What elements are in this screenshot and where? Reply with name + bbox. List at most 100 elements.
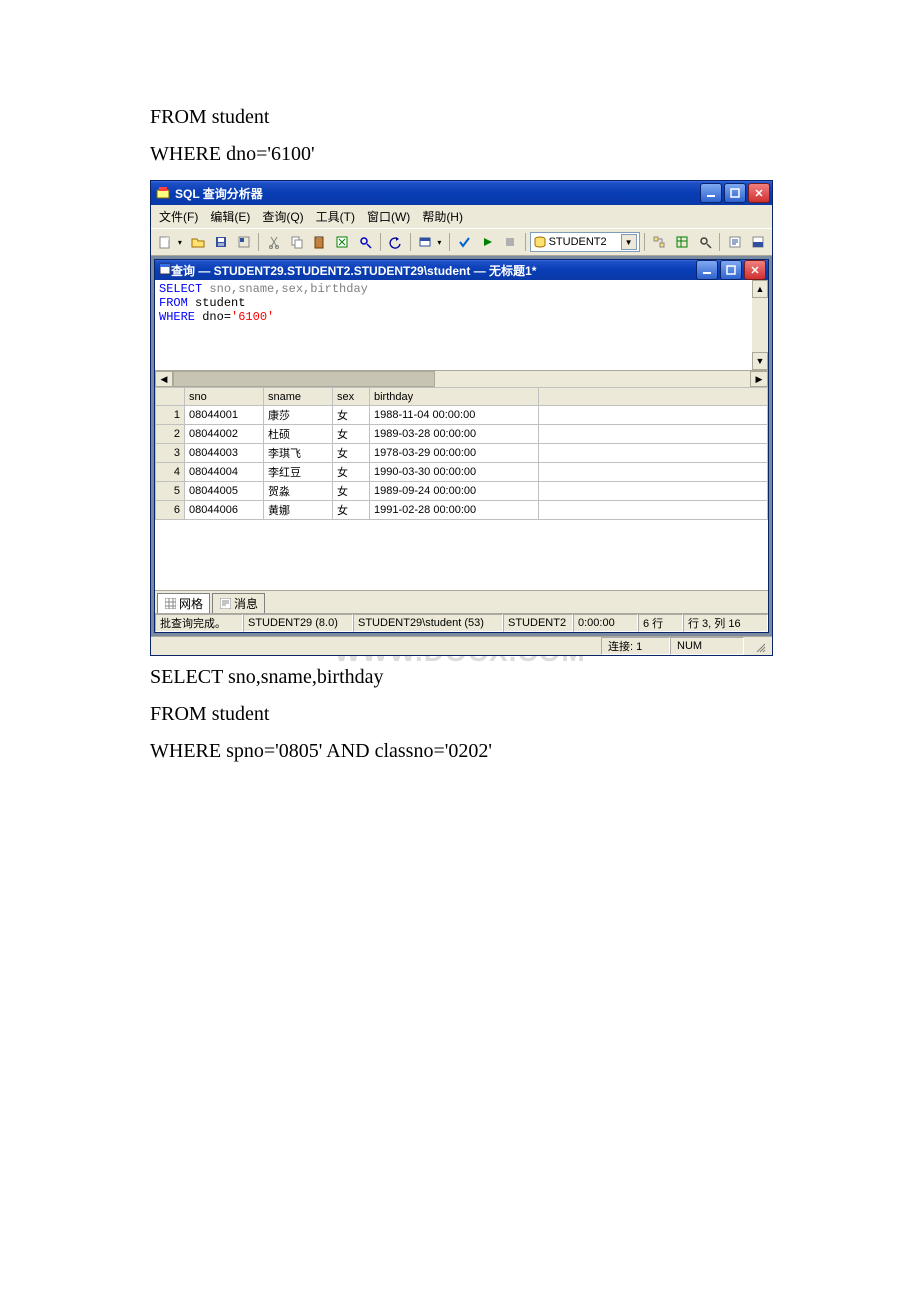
app-titlebar[interactable]: SQL 查询分析器 xyxy=(151,181,772,205)
open-icon[interactable] xyxy=(187,231,208,253)
current-window-icon[interactable] xyxy=(724,231,745,253)
scroll-right-icon[interactable]: ▶ xyxy=(750,371,768,387)
execute-mode-dropdown-icon[interactable]: ▾ xyxy=(437,238,445,247)
app-title: SQL 查询分析器 xyxy=(175,185,700,202)
new-query-dropdown-icon[interactable]: ▾ xyxy=(178,238,186,247)
scroll-down-icon[interactable]: ▼ xyxy=(752,352,768,370)
cell-birthday[interactable]: 1989-03-28 00:00:00 xyxy=(370,425,539,444)
cut-icon[interactable] xyxy=(263,231,284,253)
cell-sname[interactable]: 贺淼 xyxy=(264,482,333,501)
tab-grid[interactable]: 网格 xyxy=(157,593,210,613)
scroll-track[interactable] xyxy=(752,298,768,352)
cell-sname[interactable]: 杜硕 xyxy=(264,425,333,444)
table-row[interactable]: 108044001康莎女1988-11-04 00:00:00 xyxy=(156,406,768,425)
grid-corner[interactable] xyxy=(156,388,185,406)
scroll-up-icon[interactable]: ▲ xyxy=(752,280,768,298)
maximize-button[interactable] xyxy=(724,183,746,203)
new-query-icon[interactable] xyxy=(155,231,176,253)
hscroll-track[interactable] xyxy=(173,371,750,387)
cell-sname[interactable]: 黄娜 xyxy=(264,501,333,520)
close-button[interactable] xyxy=(748,183,770,203)
paste-icon[interactable] xyxy=(309,231,330,253)
cell-birthday[interactable]: 1978-03-29 00:00:00 xyxy=(370,444,539,463)
cell-sno[interactable]: 08044004 xyxy=(185,463,264,482)
parse-icon[interactable] xyxy=(454,231,475,253)
save-icon[interactable] xyxy=(210,231,231,253)
stop-icon[interactable] xyxy=(500,231,521,253)
cell-sex[interactable]: 女 xyxy=(333,444,370,463)
cell-sno[interactable]: 08044005 xyxy=(185,482,264,501)
query-window-title: 查询 — STUDENT29.STUDENT2.STUDENT29\studen… xyxy=(171,262,696,279)
row-number[interactable]: 2 xyxy=(156,425,185,444)
row-number[interactable]: 4 xyxy=(156,463,185,482)
execute-mode-icon[interactable] xyxy=(414,231,435,253)
results-grid[interactable]: sno sname sex birthday 108044001康莎女1988-… xyxy=(155,387,768,590)
table-row[interactable]: 308044003李琪飞女1978-03-29 00:00:00 xyxy=(156,444,768,463)
object-browser-icon[interactable] xyxy=(671,231,692,253)
sql-horizontal-scrollbar[interactable]: ◀ ▶ xyxy=(155,370,768,387)
cell-sex[interactable]: 女 xyxy=(333,425,370,444)
tab-messages[interactable]: 消息 xyxy=(212,593,265,613)
copy-icon[interactable] xyxy=(286,231,307,253)
query-maximize-button[interactable] xyxy=(720,260,742,280)
row-number[interactable]: 1 xyxy=(156,406,185,425)
row-number[interactable]: 6 xyxy=(156,501,185,520)
row-number[interactable]: 3 xyxy=(156,444,185,463)
cell-birthday[interactable]: 1988-11-04 00:00:00 xyxy=(370,406,539,425)
cell-sname[interactable]: 李红豆 xyxy=(264,463,333,482)
cell-sname[interactable]: 康莎 xyxy=(264,406,333,425)
menu-window[interactable]: 窗口(W) xyxy=(363,207,414,226)
query-titlebar[interactable]: 查询 — STUDENT29.STUDENT2.STUDENT29\studen… xyxy=(155,260,768,280)
tab-messages-label: 消息 xyxy=(234,595,258,612)
object-search-icon[interactable] xyxy=(694,231,715,253)
cell-birthday[interactable]: 1991-02-28 00:00:00 xyxy=(370,501,539,520)
table-row[interactable]: 208044002杜硕女1989-03-28 00:00:00 xyxy=(156,425,768,444)
hscroll-thumb[interactable] xyxy=(173,371,435,387)
estimated-plan-icon[interactable] xyxy=(649,231,670,253)
table-row[interactable]: 408044004李红豆女1990-03-30 00:00:00 xyxy=(156,463,768,482)
minimize-button[interactable] xyxy=(700,183,722,203)
cell-sex[interactable]: 女 xyxy=(333,501,370,520)
menu-edit[interactable]: 编辑(E) xyxy=(206,207,254,226)
messages-icon xyxy=(219,598,231,610)
undo-icon[interactable] xyxy=(385,231,406,253)
menu-query[interactable]: 查询(Q) xyxy=(258,207,307,226)
cell-sex[interactable]: 女 xyxy=(333,463,370,482)
cell-sno[interactable]: 08044003 xyxy=(185,444,264,463)
show-results-pane-icon[interactable] xyxy=(747,231,768,253)
insert-template-icon[interactable] xyxy=(233,231,254,253)
execute-icon[interactable] xyxy=(477,231,498,253)
chevron-down-icon[interactable]: ▼ xyxy=(621,234,637,250)
cell-birthday[interactable]: 1990-03-30 00:00:00 xyxy=(370,463,539,482)
status-server: STUDENT29 (8.0) xyxy=(243,614,353,632)
menu-tools[interactable]: 工具(T) xyxy=(312,207,359,226)
cell-sex[interactable]: 女 xyxy=(333,482,370,501)
database-combo[interactable]: STUDENT2 ▼ xyxy=(530,232,640,252)
clear-icon[interactable] xyxy=(332,231,353,253)
scroll-left-icon[interactable]: ◀ xyxy=(155,371,173,387)
column-sno[interactable]: sno xyxy=(185,388,264,406)
query-close-button[interactable] xyxy=(744,260,766,280)
row-number[interactable]: 5 xyxy=(156,482,185,501)
cell-sno[interactable]: 08044006 xyxy=(185,501,264,520)
query-minimize-button[interactable] xyxy=(696,260,718,280)
table-row[interactable]: 508044005贺淼女1989-09-24 00:00:00 xyxy=(156,482,768,501)
cell-sex[interactable]: 女 xyxy=(333,406,370,425)
sql-vertical-scrollbar[interactable]: ▲ ▼ xyxy=(752,280,768,370)
cell-spacer xyxy=(539,444,768,463)
sql-editor-pane[interactable]: SELECT sno,sname,sex,birthday FROM stude… xyxy=(155,280,768,370)
grid-empty-area xyxy=(155,520,768,590)
cell-sname[interactable]: 李琪飞 xyxy=(264,444,333,463)
find-icon[interactable] xyxy=(355,231,376,253)
sql-text[interactable]: SELECT sno,sname,sex,birthday FROM stude… xyxy=(155,280,752,370)
column-sex[interactable]: sex xyxy=(333,388,370,406)
cell-sno[interactable]: 08044001 xyxy=(185,406,264,425)
resize-grip-icon[interactable] xyxy=(744,638,772,654)
table-row[interactable]: 608044006黄娜女1991-02-28 00:00:00 xyxy=(156,501,768,520)
cell-sno[interactable]: 08044002 xyxy=(185,425,264,444)
column-birthday[interactable]: birthday xyxy=(370,388,539,406)
cell-birthday[interactable]: 1989-09-24 00:00:00 xyxy=(370,482,539,501)
menu-help[interactable]: 帮助(H) xyxy=(418,207,467,226)
column-sname[interactable]: sname xyxy=(264,388,333,406)
menu-file[interactable]: 文件(F) xyxy=(155,207,202,226)
